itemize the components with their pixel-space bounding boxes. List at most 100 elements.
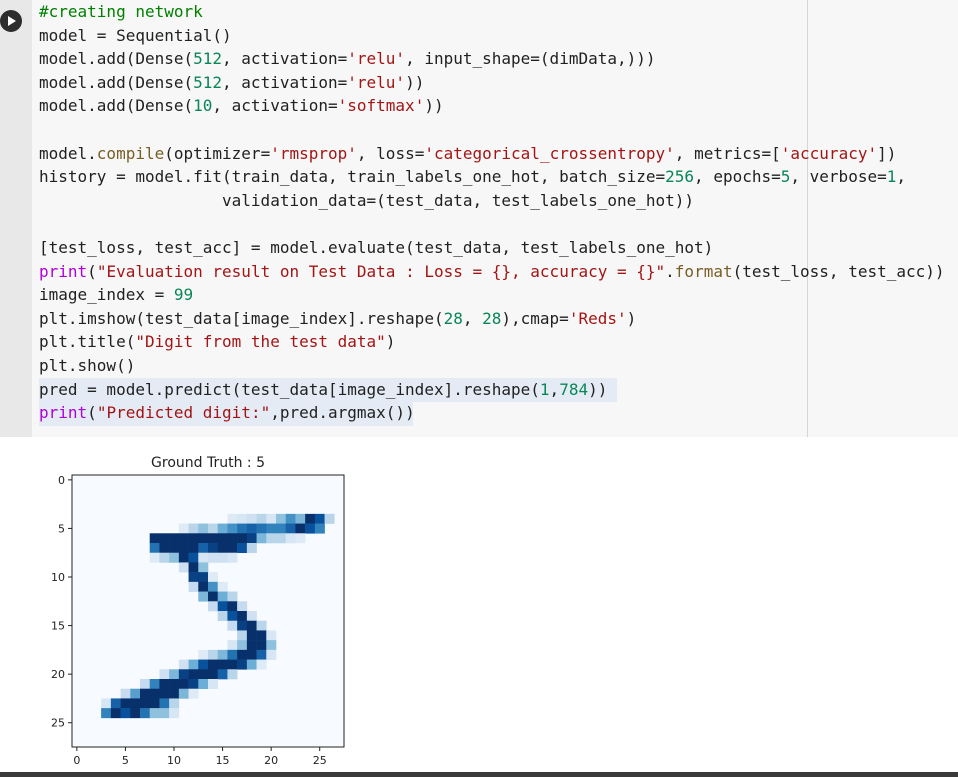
heatmap-pixel xyxy=(237,620,248,631)
heatmap-pixel xyxy=(295,513,306,524)
heatmap-pixel xyxy=(305,513,316,524)
heatmap-pixel xyxy=(101,708,112,719)
heatmap-pixel xyxy=(227,591,238,602)
x-tick-label: 10 xyxy=(167,754,181,767)
heatmap-pixel xyxy=(237,513,248,524)
heatmap-pixel xyxy=(314,523,325,534)
heatmap-pixel xyxy=(169,552,180,563)
y-tick-label: 5 xyxy=(58,522,65,535)
heatmap-pixel xyxy=(324,513,335,524)
heatmap-pixel xyxy=(198,649,209,660)
heatmap-pixel xyxy=(266,523,277,534)
heatmap-pixel xyxy=(140,698,151,709)
heatmap-pixel xyxy=(246,649,257,660)
heatmap-pixel xyxy=(227,543,238,554)
heatmap-pixel xyxy=(188,669,199,680)
heatmap-pixel xyxy=(149,698,160,709)
heatmap-pixel xyxy=(227,533,238,544)
heatmap-pixel xyxy=(188,659,199,670)
heatmap-pixel xyxy=(120,698,131,709)
heatmap-pixel xyxy=(266,513,277,524)
heatmap-pixel xyxy=(198,552,209,563)
heatmap-pixel xyxy=(227,669,238,680)
heatmap-pixel xyxy=(266,533,277,544)
y-tick-label: 15 xyxy=(51,620,65,633)
heatmap-pixel xyxy=(208,543,219,554)
heatmap-pixel xyxy=(178,543,189,554)
heatmap-pixel xyxy=(227,611,238,622)
heatmap-pixel xyxy=(227,649,238,660)
heatmap-pixel xyxy=(227,601,238,612)
heatmap-pixel xyxy=(188,533,199,544)
heatmap-pixel xyxy=(227,640,238,651)
heatmap-pixel xyxy=(178,562,189,573)
heatmap-pixel xyxy=(217,533,228,544)
heatmap-pixel xyxy=(169,698,180,709)
heatmap-pixel xyxy=(217,581,228,592)
heatmap-pixel xyxy=(276,523,287,534)
heatmap-pixel xyxy=(159,669,170,680)
heatmap-pixel xyxy=(198,562,209,573)
heatmap-pixel xyxy=(169,533,180,544)
heatmap-pixel xyxy=(266,649,277,660)
heatmap-pixel xyxy=(178,688,189,699)
heatmap-pixel xyxy=(198,572,209,583)
heatmap-pixel xyxy=(237,543,248,554)
heatmap-pixel xyxy=(256,649,267,660)
heatmap-pixel xyxy=(256,523,267,534)
heatmap-pixel xyxy=(305,523,316,534)
y-tick-label: 0 xyxy=(58,474,65,487)
heatmap-pixel xyxy=(178,669,189,680)
heatmap-pixel xyxy=(237,611,248,622)
heatmap-pixel xyxy=(159,679,170,690)
heatmap-pixel xyxy=(140,688,151,699)
heatmap-pixel xyxy=(178,679,189,690)
heatmap-pixel xyxy=(295,523,306,534)
heatmap-pixel xyxy=(188,543,199,554)
heatmap-pixel xyxy=(227,513,238,524)
y-tick-label: 20 xyxy=(51,668,65,681)
heatmap-pixel xyxy=(110,698,121,709)
heatmap-pixel xyxy=(256,630,267,641)
heatmap-pixel xyxy=(246,543,257,554)
heatmap-pixel xyxy=(188,688,199,699)
heatmap-pixel xyxy=(169,543,180,554)
y-tick-label: 25 xyxy=(51,717,65,730)
heatmap-pixel xyxy=(256,513,267,524)
heatmap-pixel xyxy=(159,552,170,563)
x-tick-label: 5 xyxy=(122,754,129,767)
heatmap-pixel xyxy=(266,640,277,651)
heatmap-pixel xyxy=(217,552,228,563)
heatmap-pixel xyxy=(256,533,267,544)
heatmap-pixel xyxy=(246,523,257,534)
heatmap-pixel xyxy=(237,659,248,670)
heatmap-pixel xyxy=(198,543,209,554)
heatmap-pixel xyxy=(169,679,180,690)
heatmap-pixel xyxy=(120,688,131,699)
heatmap-pixel xyxy=(149,679,160,690)
y-tick-label: 10 xyxy=(51,571,65,584)
heatmap-pixel xyxy=(246,659,257,670)
heatmap-pixel xyxy=(285,533,296,544)
heatmap-pixel xyxy=(169,688,180,699)
heatmap-pixel xyxy=(285,523,296,534)
heatmap-pixel xyxy=(285,513,296,524)
heatmap-pixel xyxy=(140,679,151,690)
heatmap-pixel xyxy=(208,669,219,680)
heatmap-pixel xyxy=(208,572,219,583)
heatmap-pixel xyxy=(208,523,219,534)
heatmap-pixel xyxy=(217,611,228,622)
heatmap-pixel xyxy=(140,708,151,719)
heatmap-pixel xyxy=(256,620,267,631)
x-tick-label: 20 xyxy=(264,754,278,767)
heatmap-pixel xyxy=(149,708,160,719)
heatmap-pixel xyxy=(159,708,170,719)
heatmap-pixel xyxy=(246,611,257,622)
heatmap-pixel xyxy=(208,649,219,660)
x-tick-label: 15 xyxy=(216,754,230,767)
heatmap-pixel xyxy=(217,669,228,680)
heatmap-pixel xyxy=(237,523,248,534)
heatmap-pixel xyxy=(130,698,141,709)
heatmap-pixel xyxy=(169,669,180,680)
heatmap-pixel xyxy=(149,688,160,699)
